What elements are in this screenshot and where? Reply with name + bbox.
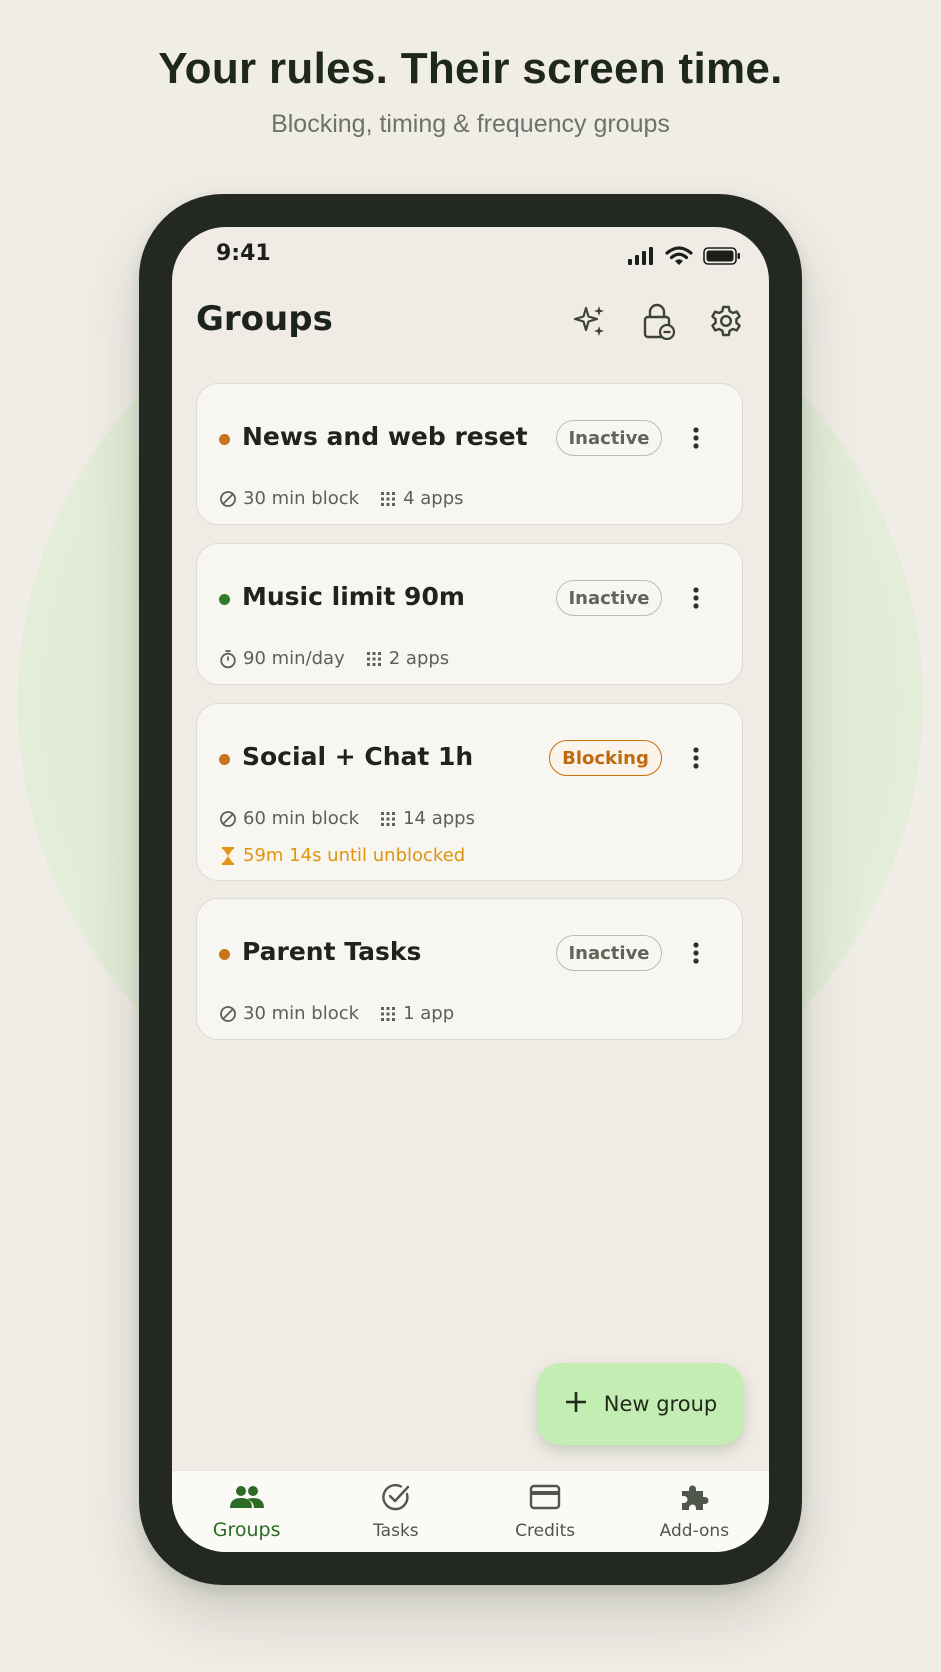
group-name: Social + Chat 1h [242,742,474,771]
wifi-icon [665,245,693,272]
group-name: Music limit 90m [242,582,465,611]
nav-label: Credits [515,1521,576,1541]
group-name: Parent Tasks [242,937,422,966]
group-meta: 30 min block 4 apps [219,488,464,509]
more-options-icon[interactable] [686,580,706,616]
block-icon [219,810,237,828]
new-group-label: New group [603,1392,718,1416]
group-meta: 30 min block 1 app [219,1003,454,1024]
status-badge: Inactive [556,420,662,456]
group-card[interactable]: Music limit 90m Inactive 90 min/day 2 ap… [196,543,743,685]
gear-icon[interactable] [706,301,746,341]
sparkle-icon[interactable] [570,301,610,341]
group-card[interactable]: News and web reset Inactive 30 min block… [196,383,743,525]
group-rule: 30 min block [243,1003,360,1024]
status-time: 9:41 [216,241,271,266]
check-circle-icon [380,1481,412,1513]
marketing-subheadline: Blocking, timing & frequency groups [271,110,670,138]
status-dot [219,434,230,445]
status-dot [219,594,230,605]
group-apps-count: 1 app [403,1003,455,1024]
block-icon [219,1005,237,1023]
nav-label: Add-ons [659,1521,730,1541]
apps-grid-icon [379,490,397,508]
nav-item-groups[interactable]: Groups [172,1471,321,1552]
group-meta: 60 min block 14 apps [219,808,475,829]
group-apps-count: 14 apps [403,808,475,829]
status-badge: Inactive [556,935,662,971]
nav-item-add-ons[interactable]: Add-ons [620,1471,769,1552]
nav-item-credits[interactable]: Credits [471,1471,620,1552]
group-meta: 90 min/day 2 apps [219,648,449,669]
nav-label: Tasks [373,1521,419,1541]
status-badge: Inactive [556,580,662,616]
group-apps-count: 2 apps [388,648,450,669]
unblock-countdown: 59m 14s until unblocked [219,845,465,866]
plus-icon [564,1390,588,1419]
status-icons [627,245,741,272]
countdown-text: 59m 14s until unblocked [243,845,466,866]
people-icon [229,1481,265,1513]
group-rule: 90 min/day [243,648,345,669]
apps-grid-icon [379,810,397,828]
group-rule: 60 min block [243,808,360,829]
signal-icon [627,246,655,271]
bottom-nav: Groups Tasks Credits Add-ons [172,1470,769,1552]
marketing-headline: Your rules. Their screen time. [158,44,783,93]
page-title: Groups [196,299,333,339]
status-dot [219,949,230,960]
card-icon [529,1481,561,1513]
hourglass-icon [219,846,237,866]
lock-icon[interactable] [638,301,678,341]
group-rule: 30 min block [243,488,360,509]
group-card[interactable]: Social + Chat 1h Blocking 60 min block 1… [196,703,743,881]
apps-grid-icon [365,650,383,668]
status-dot [219,754,230,765]
more-options-icon[interactable] [686,420,706,456]
apps-grid-icon [379,1005,397,1023]
new-group-button[interactable]: New group [537,1363,744,1445]
more-options-icon[interactable] [686,740,706,776]
nav-label: Groups [212,1519,281,1541]
group-apps-count: 4 apps [403,488,464,509]
more-options-icon[interactable] [686,935,706,971]
nav-item-tasks[interactable]: Tasks [321,1471,470,1552]
puzzle-icon [678,1481,710,1513]
phone-screen: 9:41 Groups News and web reset Inactive … [172,227,769,1552]
group-name: News and web reset [242,422,528,451]
phone-frame: 9:41 Groups News and web reset Inactive … [139,194,802,1585]
battery-icon [703,246,741,271]
timer-icon [219,649,237,668]
group-card[interactable]: Parent Tasks Inactive 30 min block 1 app [196,898,743,1040]
status-badge: Blocking [549,740,662,776]
block-icon [219,490,237,508]
